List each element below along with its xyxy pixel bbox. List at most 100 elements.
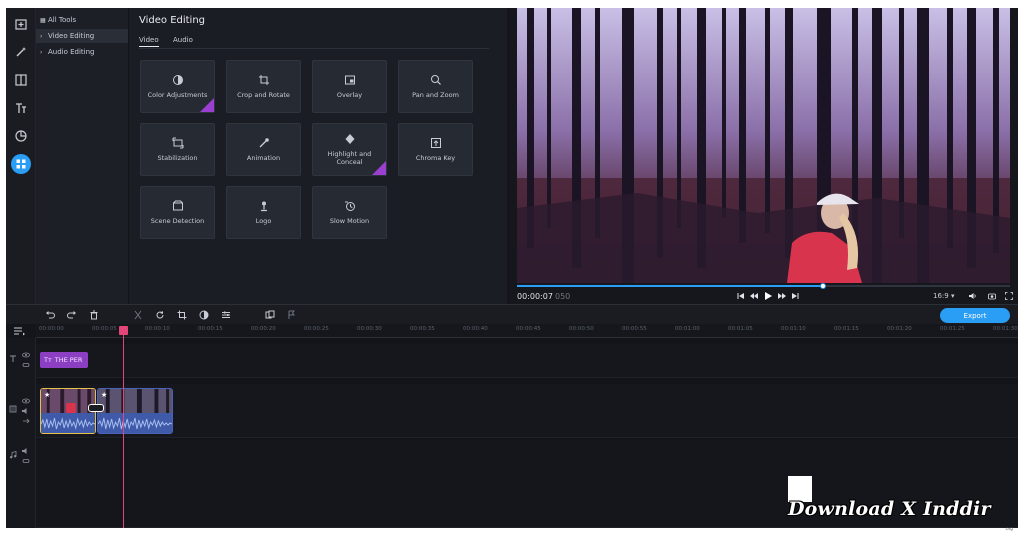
clip-properties-icon[interactable] (220, 309, 232, 321)
video-track-icon (8, 404, 18, 414)
tool-overlay[interactable]: Overlay (312, 60, 387, 113)
ruler-tick: 00:00:55 (622, 326, 647, 332)
skip-to-end-icon[interactable] (790, 291, 800, 301)
video-clip-1[interactable]: ★ (40, 388, 96, 434)
transitions-icon[interactable] (11, 70, 31, 90)
ruler-tick: 00:00:15 (198, 326, 223, 332)
title-icon: Tт (44, 356, 52, 364)
premium-badge-icon (200, 98, 214, 112)
volume-icon[interactable] (968, 291, 978, 301)
tree-item-all-tools[interactable]: ▦ All Tools (36, 13, 128, 27)
tool-label: Overlay (336, 91, 363, 99)
previous-frame-icon[interactable] (749, 291, 759, 301)
video-clip-2[interactable]: ★ (97, 388, 173, 434)
tool-scene-detection[interactable]: Scene Detection (140, 186, 215, 239)
ruler-tick: 00:00:45 (516, 326, 541, 332)
ruler-tick: 00:00:50 (569, 326, 594, 332)
video-track-lane[interactable] (36, 384, 1018, 438)
stickers-icon[interactable] (11, 126, 31, 146)
tool-label: Chroma Key (415, 154, 456, 162)
play-icon[interactable] (763, 291, 773, 301)
tool-animation[interactable]: Animation (226, 123, 301, 176)
next-frame-icon[interactable] (777, 291, 787, 301)
tree-item-label: Audio Editing (48, 48, 95, 56)
tree-item-audio-editing[interactable]: › Audio Editing (36, 45, 128, 59)
magic-wand-icon[interactable] (11, 42, 31, 62)
snapshot-icon[interactable] (987, 291, 997, 301)
marker-icon[interactable] (286, 309, 298, 321)
aspect-ratio-select[interactable]: 16:9 ▾ (933, 292, 954, 300)
highlight-icon (345, 134, 354, 144)
ruler-tick: 00:01:10 (781, 326, 806, 332)
tab-video[interactable]: Video (139, 36, 159, 44)
text-track-lane[interactable] (36, 344, 1018, 378)
color-wheel-icon (172, 75, 183, 85)
text-clip[interactable]: Tт THE PER (40, 352, 88, 368)
tool-stabilization[interactable]: Stabilization (140, 123, 215, 176)
ruler-tick: 00:00:30 (357, 326, 382, 332)
ruler-tick: 00:01:20 (887, 326, 912, 332)
visibility-icon[interactable] (21, 350, 31, 360)
export-button[interactable]: Export (940, 308, 1010, 323)
video-editor-window: ▦ All Tools › Video Editing › Audio Edit… (6, 8, 1018, 528)
redo-icon[interactable] (66, 309, 78, 321)
tool-color-adjustments[interactable]: Color Adjustments (140, 60, 215, 113)
link-icon[interactable] (21, 456, 31, 466)
volume-icon[interactable] (21, 446, 31, 456)
visibility-icon[interactable] (21, 396, 31, 406)
crop-icon (258, 75, 269, 85)
split-icon[interactable] (132, 309, 144, 321)
tool-category-tree: ▦ All Tools › Video Editing › Audio Edit… (36, 8, 128, 304)
preview-player: 00:00:07 050 16:9 ▾ (509, 8, 1018, 304)
undo-icon[interactable] (44, 309, 56, 321)
tool-pan-and-zoom[interactable]: Pan and Zoom (398, 60, 473, 113)
color-adjust-icon[interactable] (198, 309, 210, 321)
seek-handle[interactable] (819, 283, 826, 289)
link-icon[interactable] (21, 360, 31, 370)
zoom-icon (430, 75, 441, 85)
playhead-line[interactable] (123, 326, 124, 528)
fullscreen-icon[interactable] (1004, 291, 1014, 301)
stabilize-icon (172, 137, 183, 149)
tool-slow-motion[interactable]: Slow Motion (312, 186, 387, 239)
ruler-tick: 00:00:05 (92, 326, 117, 332)
insert-media-icon[interactable] (264, 309, 276, 321)
ruler-tick: 00:00:40 (463, 326, 488, 332)
titles-icon[interactable] (11, 98, 31, 118)
watermark-suffix: .org (1005, 526, 1013, 531)
skip-to-start-icon[interactable] (736, 291, 746, 301)
rotate-icon[interactable] (154, 309, 166, 321)
ruler-tick: 00:00:10 (145, 326, 170, 332)
track-menu-icon[interactable] (14, 326, 26, 336)
tool-highlight-and-conceal[interactable]: Highlight and Conceal (312, 123, 387, 176)
playhead-handle[interactable] (119, 326, 128, 335)
tool-label: Logo (255, 217, 272, 225)
tab-audio[interactable]: Audio (173, 36, 193, 44)
seek-progress (517, 285, 823, 287)
ruler-tick: 00:01:30 (993, 326, 1018, 332)
import-icon[interactable] (11, 14, 31, 34)
crop-icon[interactable] (176, 309, 188, 321)
track-headers (6, 338, 36, 528)
timeline-ruler[interactable]: 00:00:00 00:00:05 00:00:10 00:00:15 00:0… (36, 324, 1018, 338)
more-tools-icon[interactable] (11, 154, 31, 174)
panel-title: Video Editing (139, 15, 206, 26)
divider (139, 48, 489, 49)
tool-crop-and-rotate[interactable]: Crop and Rotate (226, 60, 301, 113)
ruler-tick: 00:00:20 (251, 326, 276, 332)
tree-item-video-editing[interactable]: › Video Editing (36, 29, 128, 43)
tool-logo[interactable]: Logo (226, 186, 301, 239)
transition-marker[interactable] (88, 404, 104, 412)
seek-bar[interactable] (517, 283, 1010, 289)
watermark-text: Download X Inddir (788, 498, 991, 520)
star-icon: ★ (44, 391, 51, 399)
video-preview[interactable] (517, 8, 1010, 283)
delete-icon[interactable] (88, 309, 100, 321)
ruler-tick: 00:00:35 (410, 326, 435, 332)
ruler-tick: 00:01:15 (834, 326, 859, 332)
tool-chroma-key[interactable]: Chroma Key (398, 123, 473, 176)
link-icon[interactable] (21, 416, 31, 426)
volume-icon[interactable] (21, 406, 31, 416)
tool-label: Animation (246, 154, 281, 162)
ruler-tick: 00:01:00 (675, 326, 700, 332)
